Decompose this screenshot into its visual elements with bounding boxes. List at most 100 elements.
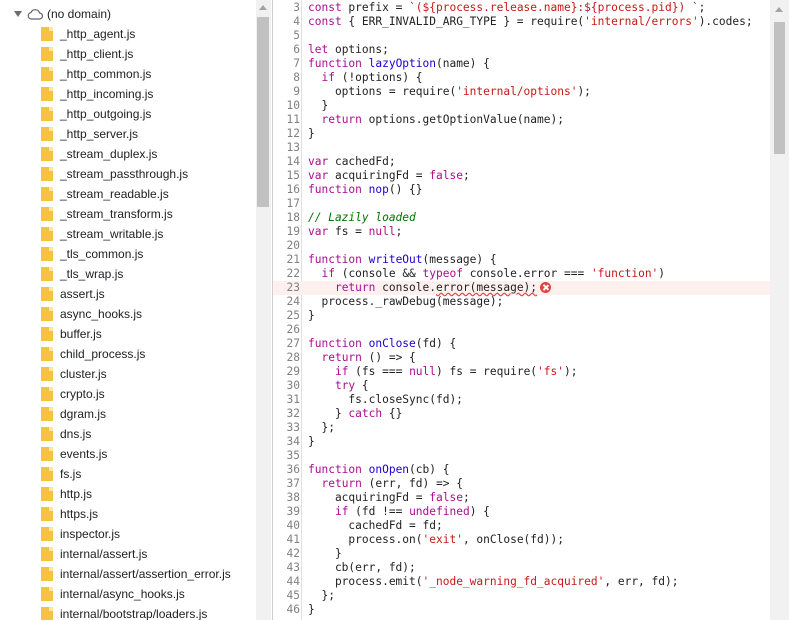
code-line[interactable]: 40 cachedFd = fd; — [273, 519, 770, 533]
file-item[interactable]: _stream_duplex.js — [41, 144, 231, 164]
code-token: const — [308, 15, 349, 28]
code-line[interactable]: 20 — [273, 239, 770, 253]
file-item[interactable]: assert.js — [41, 284, 231, 304]
editor-scrollbar-thumb[interactable] — [774, 22, 785, 154]
code-line[interactable]: 15 var acquiringFd = false; — [273, 169, 770, 183]
file-item[interactable]: fs.js — [41, 464, 231, 484]
code-token: function — [308, 183, 369, 196]
file-item[interactable]: _tls_common.js — [41, 244, 231, 264]
file-item[interactable]: child_process.js — [41, 344, 231, 364]
file-item[interactable]: internal/assert.js — [41, 544, 231, 564]
code-line[interactable]: 28 return () => { — [273, 351, 770, 365]
file-item[interactable]: internal/async_hooks.js — [41, 584, 231, 604]
code-line[interactable]: 7 function lazyOption(name) { — [273, 57, 770, 71]
editor-scrollbar[interactable] — [770, 0, 789, 620]
file-item[interactable]: internal/bootstrap/loaders.js — [41, 604, 231, 620]
code-line[interactable]: 30 try { — [273, 379, 770, 393]
code-line[interactable]: 34} — [273, 435, 770, 449]
code-text: process.emit('_node_warning_fd_acquired'… — [308, 575, 679, 589]
code-line[interactable]: 5 — [273, 29, 770, 43]
code-line[interactable]: 27 function onClose(fd) { — [273, 337, 770, 351]
file-item[interactable]: buffer.js — [41, 324, 231, 344]
file-item[interactable]: https.js — [41, 504, 231, 524]
code-line[interactable]: 39 if (fd !== undefined) { — [273, 505, 770, 519]
file-name: internal/bootstrap/loaders.js — [60, 607, 208, 620]
code-line[interactable]: 18 // Lazily loaded — [273, 211, 770, 225]
code-line[interactable]: 13 — [273, 141, 770, 155]
file-item[interactable]: events.js — [41, 444, 231, 464]
file-item[interactable]: internal/assert/assertion_error.js — [41, 564, 231, 584]
file-item[interactable]: crypto.js — [41, 384, 231, 404]
file-name: fs.js — [60, 467, 82, 481]
tree-scrollbar[interactable] — [256, 0, 271, 620]
file-item[interactable]: cluster.js — [41, 364, 231, 384]
code-line[interactable]: 12} — [273, 127, 770, 141]
line-number: 43 — [286, 561, 300, 574]
code-line[interactable]: 10 } — [273, 99, 770, 113]
code-line[interactable]: 38 acquiringFd = false; — [273, 491, 770, 505]
file-item[interactable]: _stream_writable.js — [41, 224, 231, 244]
error-icon[interactable] — [540, 282, 552, 293]
code-line[interactable]: 29 if (fs === null) fs = require('fs'); — [273, 365, 770, 379]
file-item[interactable]: _http_agent.js — [41, 24, 231, 44]
file-item[interactable]: _stream_transform.js — [41, 204, 231, 224]
file-item[interactable]: _http_client.js — [41, 44, 231, 64]
code-line[interactable]: 6 let options; — [273, 43, 770, 57]
code-text: options = require('internal/options'); — [308, 85, 591, 99]
file-item[interactable]: http.js — [41, 484, 231, 504]
code-line[interactable]: 43 cb(err, fd); — [273, 561, 770, 575]
file-item[interactable]: dns.js — [41, 424, 231, 444]
file-item[interactable]: inspector.js — [41, 524, 231, 544]
code-line[interactable]: 17 — [273, 197, 770, 211]
file-item[interactable]: _http_outgoing.js — [41, 104, 231, 124]
code-text: } — [308, 309, 315, 323]
file-item[interactable]: _http_common.js — [41, 64, 231, 84]
code-line[interactable]: 24 process._rawDebug(message); — [273, 295, 770, 309]
code-line[interactable]: 23 return console.error(message); — [273, 281, 770, 295]
code-line[interactable]: 35 — [273, 449, 770, 463]
code-line[interactable]: 32 } catch {} — [273, 407, 770, 421]
code-token: process._rawDebug(message); — [308, 295, 504, 308]
file-name: buffer.js — [60, 327, 102, 341]
code-line[interactable]: 25} — [273, 309, 770, 323]
code-line[interactable]: 42 } — [273, 547, 770, 561]
code-line[interactable]: 8 if (!options) { — [273, 71, 770, 85]
scroll-up-icon[interactable] — [259, 5, 267, 10]
expand-arrow-icon[interactable] — [14, 11, 22, 17]
scroll-up-icon[interactable] — [775, 7, 783, 12]
code-line[interactable]: 31 fs.closeSync(fd); — [273, 393, 770, 407]
code-line[interactable]: 21 function writeOut(message) { — [273, 253, 770, 267]
code-line[interactable]: 33 }; — [273, 421, 770, 435]
code-text: try { — [308, 379, 369, 393]
file-item[interactable]: dgram.js — [41, 404, 231, 424]
code-text: acquiringFd = false; — [308, 491, 470, 505]
file-item[interactable]: _http_server.js — [41, 124, 231, 144]
code-line[interactable]: 26 — [273, 323, 770, 337]
code-line[interactable]: 4 const { ERR_INVALID_ARG_TYPE } = requir… — [273, 15, 770, 29]
code-editor[interactable]: 3 const prefix = `(${process.release.name… — [273, 0, 789, 620]
tree-scrollbar-thumb[interactable] — [257, 17, 269, 207]
code-line[interactable]: 37 return (err, fd) => { — [273, 477, 770, 491]
file-item[interactable]: _tls_wrap.js — [41, 264, 231, 284]
code-line[interactable]: 45 }; — [273, 589, 770, 603]
file-item[interactable]: _http_incoming.js — [41, 84, 231, 104]
code-line[interactable]: 22 if (console && typeof console.error =… — [273, 267, 770, 281]
code-line[interactable]: 46} — [273, 603, 770, 617]
code-line[interactable]: 19 var fs = null; — [273, 225, 770, 239]
tree-root-domain[interactable]: (no domain) — [14, 4, 111, 24]
file-item[interactable]: _stream_passthrough.js — [41, 164, 231, 184]
line-number: 33 — [286, 421, 300, 434]
code-line[interactable]: 14 var cachedFd; — [273, 155, 770, 169]
code-line[interactable]: 11 return options.getOptionValue(name); — [273, 113, 770, 127]
code-token: ) { — [469, 505, 490, 518]
code-line[interactable]: 3 const prefix = `(${process.release.name… — [273, 1, 770, 15]
code-line[interactable]: 9 options = require('internal/options'); — [273, 85, 770, 99]
file-item[interactable]: async_hooks.js — [41, 304, 231, 324]
code-token: return — [321, 477, 369, 490]
code-line[interactable]: 16 function nop() {} — [273, 183, 770, 197]
code-line[interactable]: 36 function onOpen(cb) { — [273, 463, 770, 477]
code-line[interactable]: 41 process.on('exit', onClose(fd)); — [273, 533, 770, 547]
code-line[interactable]: 44 process.emit('_node_warning_fd_acquir… — [273, 575, 770, 589]
code-token: onClose — [368, 337, 416, 350]
file-item[interactable]: _stream_readable.js — [41, 184, 231, 204]
